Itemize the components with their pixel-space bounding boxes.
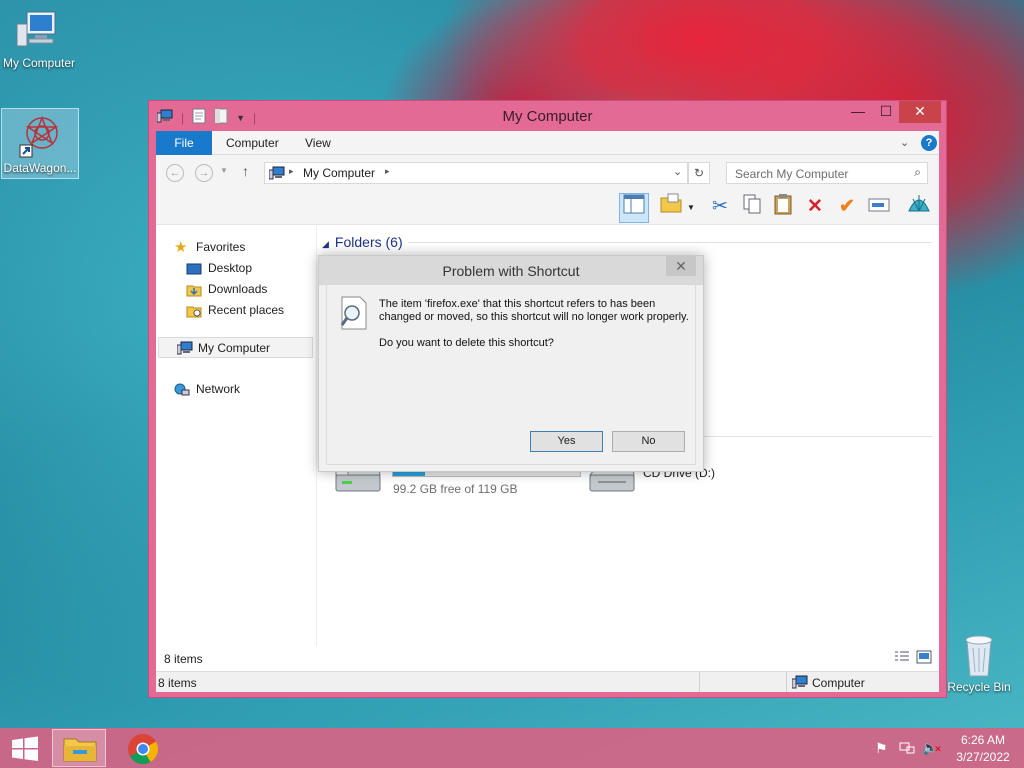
datawagon-icon bbox=[16, 111, 64, 159]
nav-item-network[interactable]: Network bbox=[174, 379, 240, 399]
desktop-icon-label: Recycle Bin bbox=[947, 680, 1011, 694]
taskbar-chrome[interactable] bbox=[116, 730, 170, 766]
computer-small-icon bbox=[268, 166, 285, 183]
clock-time: 6:26 AM bbox=[960, 733, 1006, 747]
desktop-icon-label: My Computer bbox=[2, 56, 76, 70]
chevron-down-icon[interactable]: ▼ bbox=[687, 203, 695, 212]
help-icon[interactable]: ? bbox=[921, 135, 937, 151]
address-bar[interactable]: ▸ My Computer ▸ ⌄ bbox=[264, 162, 688, 184]
start-button[interactable] bbox=[0, 730, 50, 766]
close-button[interactable]: ✕ bbox=[899, 101, 941, 123]
network-status-icon[interactable] bbox=[899, 740, 915, 759]
problem-with-shortcut-dialog: Problem with Shortcut ✕ The item 'firefo… bbox=[318, 255, 704, 472]
clock[interactable]: 6:26 AM 3/27/2022 bbox=[950, 733, 1016, 764]
taskbar: ⚑ 🔈✕ 6:26 AM 3/27/2022 bbox=[0, 728, 1024, 768]
recent-locations-icon[interactable]: ▼ bbox=[220, 166, 228, 175]
checkmark-icon[interactable]: ✔ bbox=[832, 193, 862, 223]
windows-logo-icon bbox=[12, 736, 38, 761]
desktop-icon-recycle-bin[interactable]: Recycle Bin bbox=[940, 630, 1018, 694]
status-bar-location: Computer bbox=[812, 676, 865, 690]
taskbar-file-explorer[interactable] bbox=[52, 729, 106, 767]
preview-pane-button[interactable] bbox=[619, 193, 649, 223]
search-icon: ⌕ bbox=[914, 165, 921, 179]
no-button[interactable]: No bbox=[612, 431, 685, 452]
dialog-message-line-1: The item 'firefox.exe' that this shortcu… bbox=[379, 298, 656, 310]
breadcrumb-chevron-icon[interactable]: ▸ bbox=[385, 166, 390, 177]
details-view-icon[interactable] bbox=[894, 650, 910, 667]
breadcrumb-chevron-icon[interactable]: ▸ bbox=[289, 166, 294, 177]
maximize-button[interactable]: ☐ bbox=[871, 101, 901, 123]
address-dropdown-icon[interactable]: ⌄ bbox=[673, 165, 682, 178]
title-bar[interactable]: | ▼ | My Computer — ☐ ✕ bbox=[149, 101, 946, 131]
dialog-close-button[interactable]: ✕ bbox=[666, 256, 696, 276]
up-arrow-icon[interactable]: ↑ bbox=[242, 163, 249, 179]
magnifier-document-icon bbox=[339, 296, 369, 330]
rename-icon[interactable] bbox=[864, 193, 894, 223]
nav-item-downloads[interactable]: Downloads bbox=[186, 279, 267, 299]
status-bar: 8 items Computer bbox=[156, 671, 939, 692]
desktop-icon-label: DataWagon... bbox=[3, 161, 77, 175]
nav-item-desktop[interactable]: Desktop bbox=[186, 258, 252, 278]
collapse-arrow-icon: ◢ bbox=[322, 239, 329, 249]
computer-icon bbox=[15, 6, 63, 54]
address-row: ← → ▼ ↑ ▸ My Computer ▸ ⌄ ↻ Search My Co… bbox=[156, 155, 939, 191]
navigation-pane: ★ Favorites Desktop Downloads Recent plac… bbox=[156, 226, 316, 646]
computer-small-icon bbox=[791, 675, 808, 692]
paste-icon[interactable] bbox=[768, 193, 798, 223]
breadcrumb-location[interactable]: My Computer bbox=[303, 166, 375, 180]
clock-date: 3/27/2022 bbox=[956, 750, 1010, 764]
drive-c-free-space: 99.2 GB free of 119 GB bbox=[393, 482, 518, 496]
back-button[interactable]: ← bbox=[166, 164, 184, 182]
status-bar-items: 8 items bbox=[158, 676, 197, 690]
minimize-button[interactable]: — bbox=[843, 101, 873, 123]
cut-icon[interactable]: ✂ bbox=[705, 193, 735, 223]
search-input[interactable]: Search My Computer ⌕ bbox=[726, 162, 928, 184]
dialog-message-line-2: changed or moved, so this shortcut will … bbox=[379, 311, 689, 323]
tab-view[interactable]: View bbox=[291, 131, 345, 155]
desktop-icon bbox=[186, 262, 202, 276]
forward-button[interactable]: → bbox=[195, 164, 213, 182]
yes-button[interactable]: Yes bbox=[530, 431, 603, 452]
desktop-icon-my-computer[interactable]: My Computer bbox=[0, 6, 78, 70]
copy-icon[interactable] bbox=[737, 193, 767, 223]
action-center-flag-icon[interactable]: ⚑ bbox=[875, 740, 888, 757]
star-icon: ★ bbox=[174, 238, 188, 256]
file-explorer-icon bbox=[63, 738, 97, 762]
recycle-bin-icon bbox=[955, 630, 1003, 678]
dialog-title-bar[interactable]: Problem with Shortcut bbox=[319, 256, 703, 285]
chrome-icon bbox=[128, 734, 159, 765]
nav-item-recent-places[interactable]: Recent places bbox=[186, 300, 284, 320]
downloads-icon bbox=[186, 283, 202, 297]
folder-options-icon[interactable] bbox=[656, 193, 686, 223]
shell-icon[interactable] bbox=[904, 193, 934, 223]
command-toolbar: ▼ ✂ ✕ ✔ bbox=[156, 191, 939, 225]
pane-divider bbox=[316, 226, 317, 646]
delete-icon[interactable]: ✕ bbox=[800, 193, 830, 223]
nav-item-my-computer[interactable]: My Computer bbox=[158, 337, 313, 358]
dialog-question: Do you want to delete this shortcut? bbox=[379, 337, 554, 349]
item-count: 8 items bbox=[164, 652, 203, 666]
window-title: My Computer bbox=[502, 108, 593, 125]
tab-file[interactable]: File bbox=[156, 131, 212, 155]
recent-places-icon bbox=[186, 304, 202, 318]
ribbon-tabs: File Computer View ⌄ ? bbox=[156, 131, 939, 155]
refresh-button[interactable]: ↻ bbox=[688, 162, 710, 184]
tab-computer[interactable]: Computer bbox=[212, 131, 293, 155]
speaker-muted-icon[interactable]: 🔈✕ bbox=[922, 740, 942, 756]
expand-ribbon-icon[interactable]: ⌄ bbox=[900, 136, 909, 149]
group-divider bbox=[408, 242, 932, 243]
status-area: 8 items bbox=[156, 646, 939, 668]
desktop-icon-datawagon[interactable]: DataWagon... bbox=[1, 108, 79, 179]
folders-group-header[interactable]: ◢ Folders (6) bbox=[322, 234, 403, 250]
large-icons-view-icon[interactable] bbox=[916, 650, 932, 667]
computer-small-icon bbox=[176, 341, 193, 358]
nav-item-favorites[interactable]: ★ Favorites bbox=[174, 237, 245, 257]
dialog-title: Problem with Shortcut bbox=[442, 263, 580, 279]
network-icon bbox=[174, 383, 190, 397]
